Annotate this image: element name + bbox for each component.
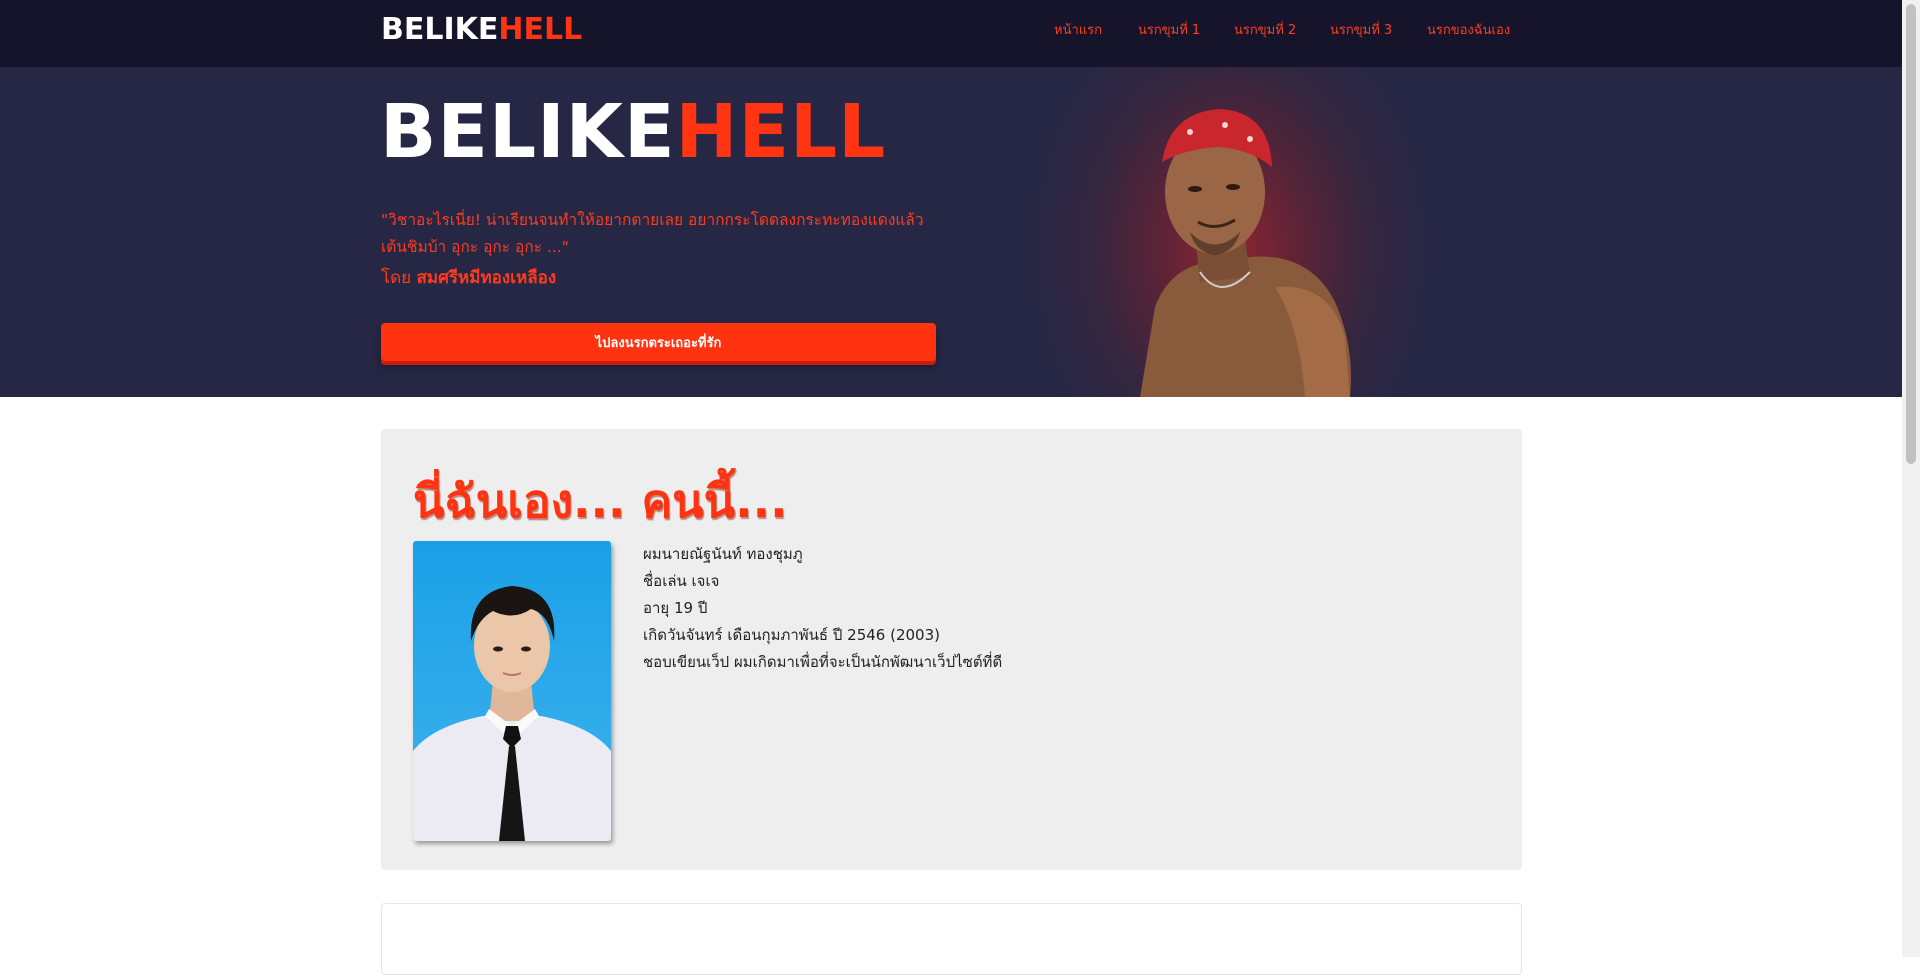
about-me-card: นี่ฉันเอง... คนนี้... ผมนายณัฐนันท์ ทองช…	[381, 429, 1522, 870]
byline-prefix: โดย	[381, 268, 412, 288]
brand-logo-part1: BELIKE	[381, 12, 499, 47]
page-scrollbar[interactable]	[1902, 0, 1920, 957]
scrollbar-thumb[interactable]	[1906, 4, 1916, 464]
info-age: อายุ 19 ปี	[643, 599, 708, 617]
go-to-hell-button[interactable]: ไปลงนรกตระเถอะที่รัก	[381, 323, 936, 361]
next-section-card	[381, 903, 1522, 975]
hero-byline: โดย สมศรีหมีทองเหลือง	[381, 265, 556, 291]
nav-link-my-hell[interactable]: นรกของฉันเอง	[1427, 22, 1510, 40]
hero-title: BELIKEHELL	[380, 87, 886, 177]
info-birthday: เกิดวันจันทร์ เดือนกุมภาพันธ์ ปี 2546 (2…	[643, 626, 940, 644]
hero-man-image	[1140, 109, 1351, 397]
info-full-name: ผมนายณัฐนันท์ ทองชุมภู	[643, 545, 803, 563]
nav-link-hell-3[interactable]: นรกขุมที่ 3	[1330, 22, 1392, 40]
info-hobby: ชอบเขียนเว็ป ผมเกิดมาเพื่อที่จะเป็นนักพั…	[643, 653, 1003, 671]
nav-link-home[interactable]: หน้าแรก	[1054, 22, 1102, 40]
hero-title-part1: BELIKE	[380, 89, 676, 175]
top-navbar: BELIKEHELL หน้าแรก นรกขุมที่ 1 นรกขุมที่…	[0, 0, 1902, 67]
about-me-info: ผมนายณัฐนันท์ ทองชุมภู ชื่อเล่น เจเจ อาย…	[643, 541, 1002, 676]
info-nickname: ชื่อเล่น เจเจ	[643, 572, 720, 590]
about-me-title: นี่ฉันเอง... คนนี้...	[413, 474, 788, 528]
hero-title-part2: HELL	[675, 89, 887, 175]
profile-photo	[413, 541, 611, 841]
hero-section: BELIKEHELL "วิชาอะไรเนี่ย! น่าเรียนจนทำใ…	[0, 67, 1902, 397]
hero-quote: "วิชาอะไรเนี่ย! น่าเรียนจนทำให้อยากตายเล…	[381, 211, 924, 256]
brand-logo[interactable]: BELIKEHELL	[381, 12, 582, 48]
nav-link-hell-2[interactable]: นรกขุมที่ 2	[1234, 22, 1296, 40]
nav-link-hell-1[interactable]: นรกขุมที่ 1	[1138, 22, 1200, 40]
byline-author: สมศรีหมีทองเหลือง	[416, 268, 557, 288]
brand-logo-part2: HELL	[498, 12, 583, 47]
